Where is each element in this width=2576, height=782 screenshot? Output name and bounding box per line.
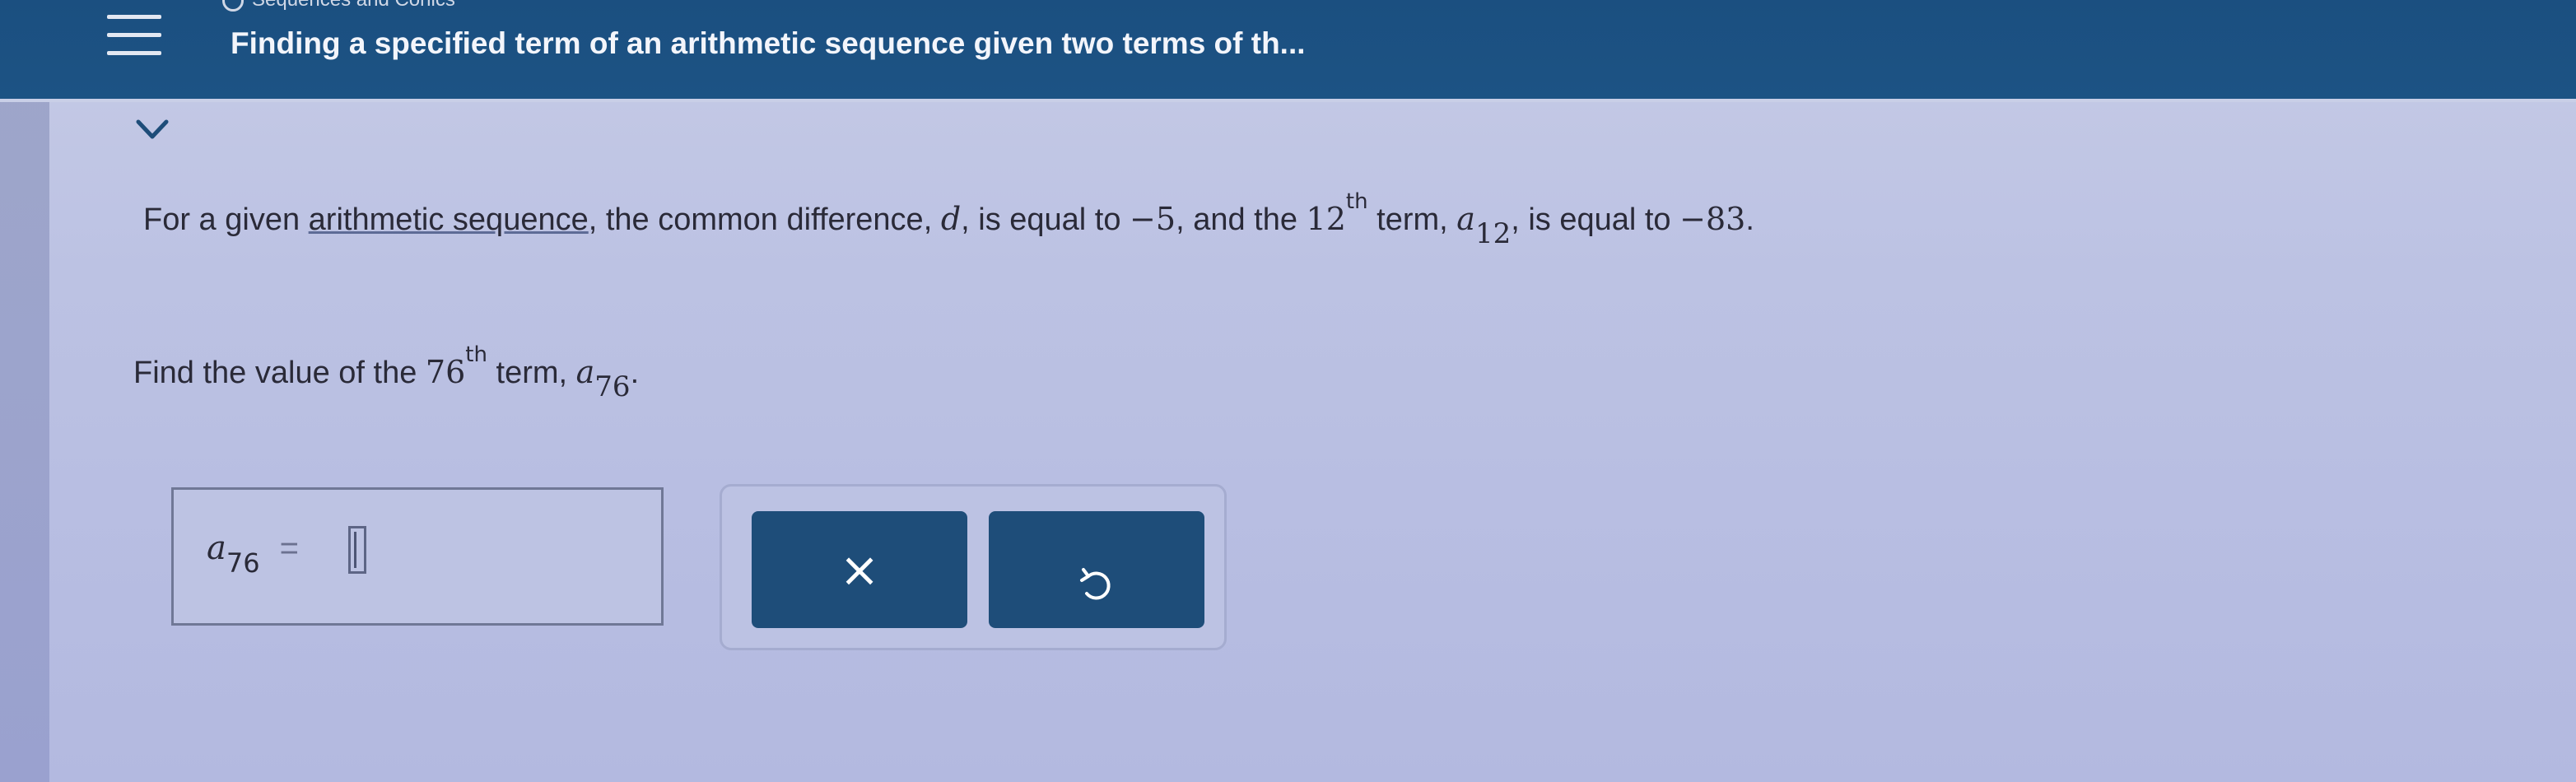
- problem-text: .: [630, 356, 640, 390]
- term-subscript: 76: [594, 370, 631, 403]
- problem-text: is equal to: [1519, 202, 1680, 237]
- hamburger-menu-icon[interactable]: [107, 8, 165, 66]
- term-variable: a: [575, 354, 595, 390]
- topic-breadcrumb: Sequences and Conics: [222, 0, 455, 12]
- problem-text: term,: [487, 356, 576, 390]
- term-subscript: 12: [1474, 217, 1512, 250]
- undo-icon: [1080, 568, 1111, 600]
- problem-text: .: [1745, 202, 1754, 237]
- common-difference-value: −5: [1130, 201, 1176, 237]
- chevron-down-icon[interactable]: [132, 114, 173, 147]
- problem-statement-line-2: Find the value of the 76th term, a76.: [133, 344, 640, 401]
- problem-intro-text: For a given: [143, 202, 309, 237]
- problem-text: ,: [1511, 202, 1520, 237]
- answer-variable: a: [207, 529, 226, 567]
- page-title: Finding a specified term of an arithmeti…: [231, 26, 1306, 60]
- known-term-index: 12: [1306, 201, 1346, 237]
- left-edge-strip: [0, 0, 49, 782]
- problem-text: , and the: [1176, 202, 1307, 237]
- known-term-value: −83: [1679, 201, 1746, 237]
- target-term-index: 76: [425, 354, 466, 390]
- ordinal-suffix: th: [1345, 189, 1368, 214]
- common-difference-variable: d: [940, 201, 962, 237]
- problem-text: , the common difference,: [588, 202, 941, 237]
- close-icon: ×: [839, 542, 880, 598]
- answer-label: a76 =: [207, 529, 299, 576]
- answer-input[interactable]: [348, 526, 366, 574]
- topic-label: Sequences and Conics: [252, 0, 455, 11]
- header-bar: Sequences and Conics Finding a specified…: [0, 0, 2576, 102]
- problem-text: Find the value of the: [133, 356, 426, 390]
- undo-button[interactable]: [989, 511, 1204, 628]
- problem-statement-line-1: For a given arithmetic sequence, the com…: [143, 191, 1754, 248]
- problem-text: , is equal to: [961, 202, 1130, 237]
- clear-button[interactable]: ×: [752, 511, 967, 628]
- equals-sign: =: [279, 530, 299, 566]
- arithmetic-sequence-link[interactable]: arithmetic sequence: [309, 202, 589, 237]
- term-variable: a: [1456, 201, 1475, 237]
- topic-circle-icon: [222, 0, 244, 12]
- answer-subscript: 76: [226, 547, 260, 579]
- problem-text: term,: [1367, 202, 1457, 237]
- ordinal-suffix: th: [465, 342, 487, 367]
- action-panel: ×: [720, 484, 1227, 650]
- answer-box: a76 =: [171, 487, 664, 626]
